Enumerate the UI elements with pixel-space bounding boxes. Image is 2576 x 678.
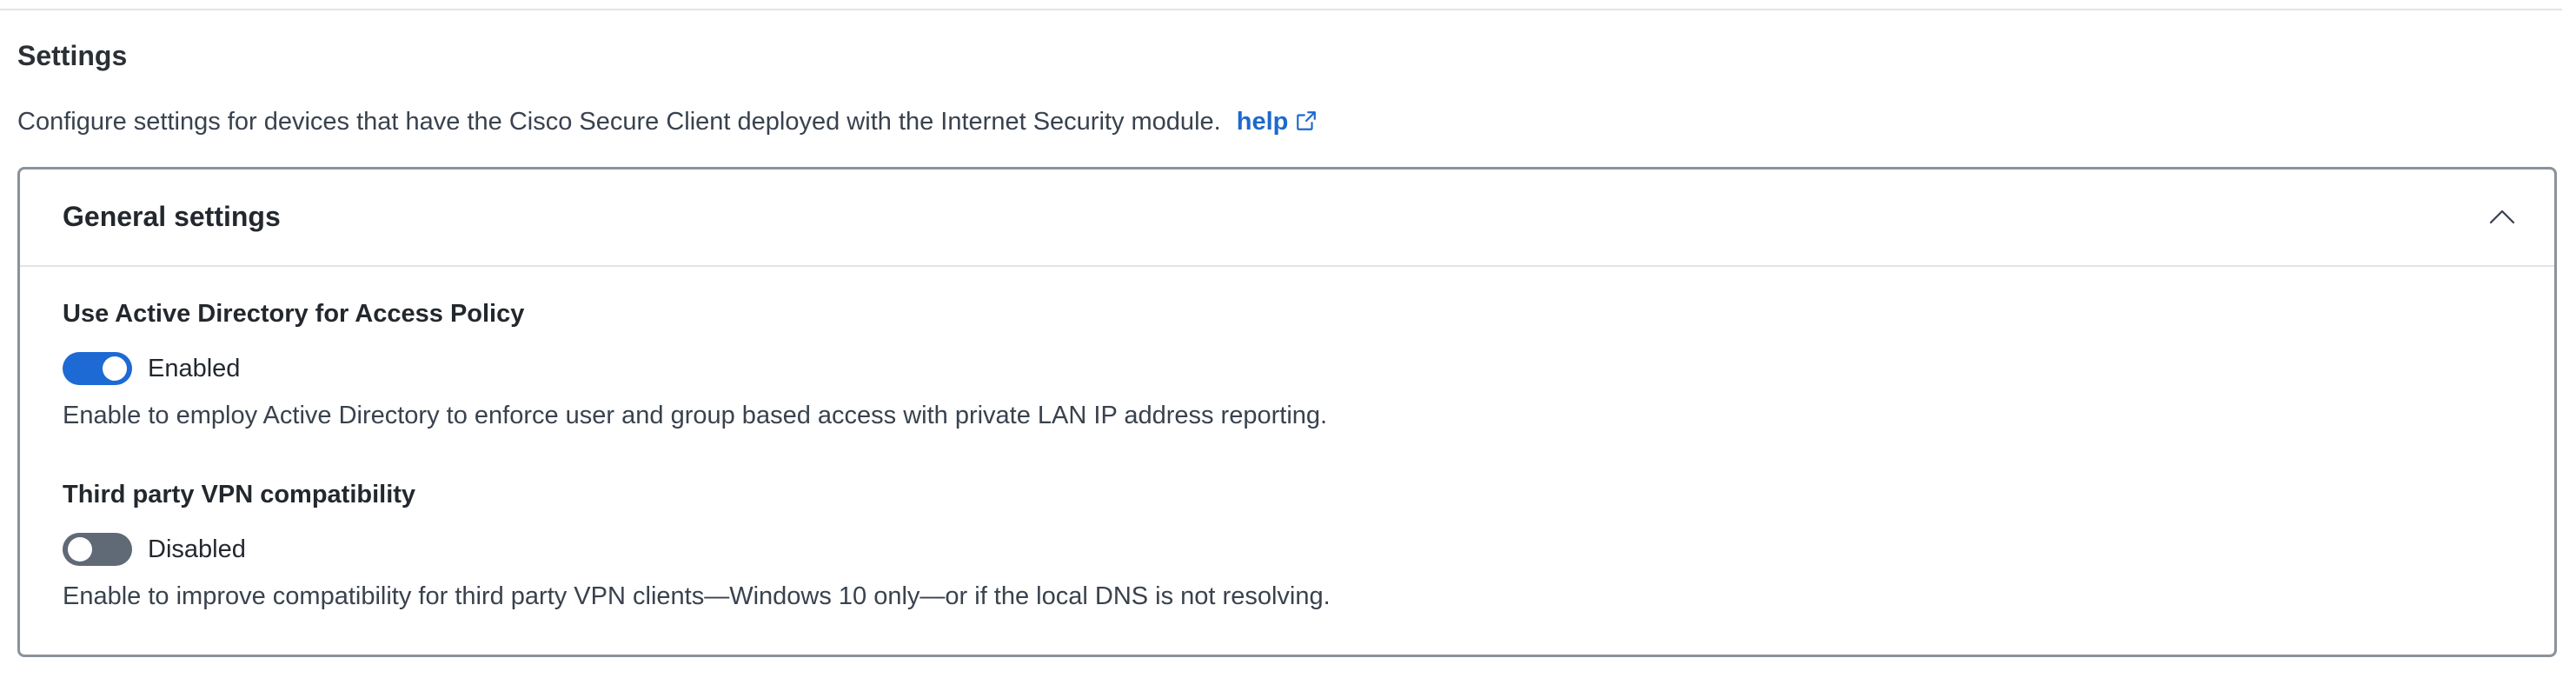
setting-description-vpn-compatibility: Enable to improve compatibility for thir… bbox=[63, 582, 1331, 610]
toggle-row-active-directory: Enabled bbox=[63, 351, 240, 386]
general-settings-card: General settings Use Active Directory fo… bbox=[17, 167, 2557, 657]
help-link[interactable]: help bbox=[1237, 108, 1318, 136]
general-settings-header[interactable]: General settings bbox=[20, 170, 2554, 267]
section-description-text: Configure settings for devices that have… bbox=[17, 108, 1221, 136]
toggle-row-vpn-compatibility: Disabled bbox=[63, 532, 246, 567]
section-title: Settings bbox=[17, 40, 128, 71]
external-link-icon bbox=[1295, 107, 1318, 142]
top-divider bbox=[0, 9, 2562, 10]
vpn-compatibility-toggle[interactable] bbox=[63, 533, 132, 566]
section-description: Configure settings for devices that have… bbox=[17, 104, 1318, 142]
toggle-state-label[interactable]: Enabled bbox=[148, 352, 240, 385]
setting-label-vpn-compatibility: Third party VPN compatibility bbox=[63, 481, 416, 508]
active-directory-toggle[interactable] bbox=[63, 352, 132, 385]
help-link-label: help bbox=[1236, 108, 1289, 136]
toggle-state-label[interactable]: Disabled bbox=[148, 533, 246, 566]
setting-label-active-directory: Use Active Directory for Access Policy bbox=[63, 300, 525, 328]
setting-description-active-directory: Enable to employ Active Directory to enf… bbox=[63, 402, 1328, 429]
toggle-knob bbox=[68, 537, 92, 562]
card-title: General settings bbox=[63, 201, 281, 232]
collapse-button[interactable] bbox=[2485, 201, 2520, 236]
chevron-up-icon bbox=[2488, 208, 2516, 229]
toggle-knob bbox=[103, 356, 127, 381]
